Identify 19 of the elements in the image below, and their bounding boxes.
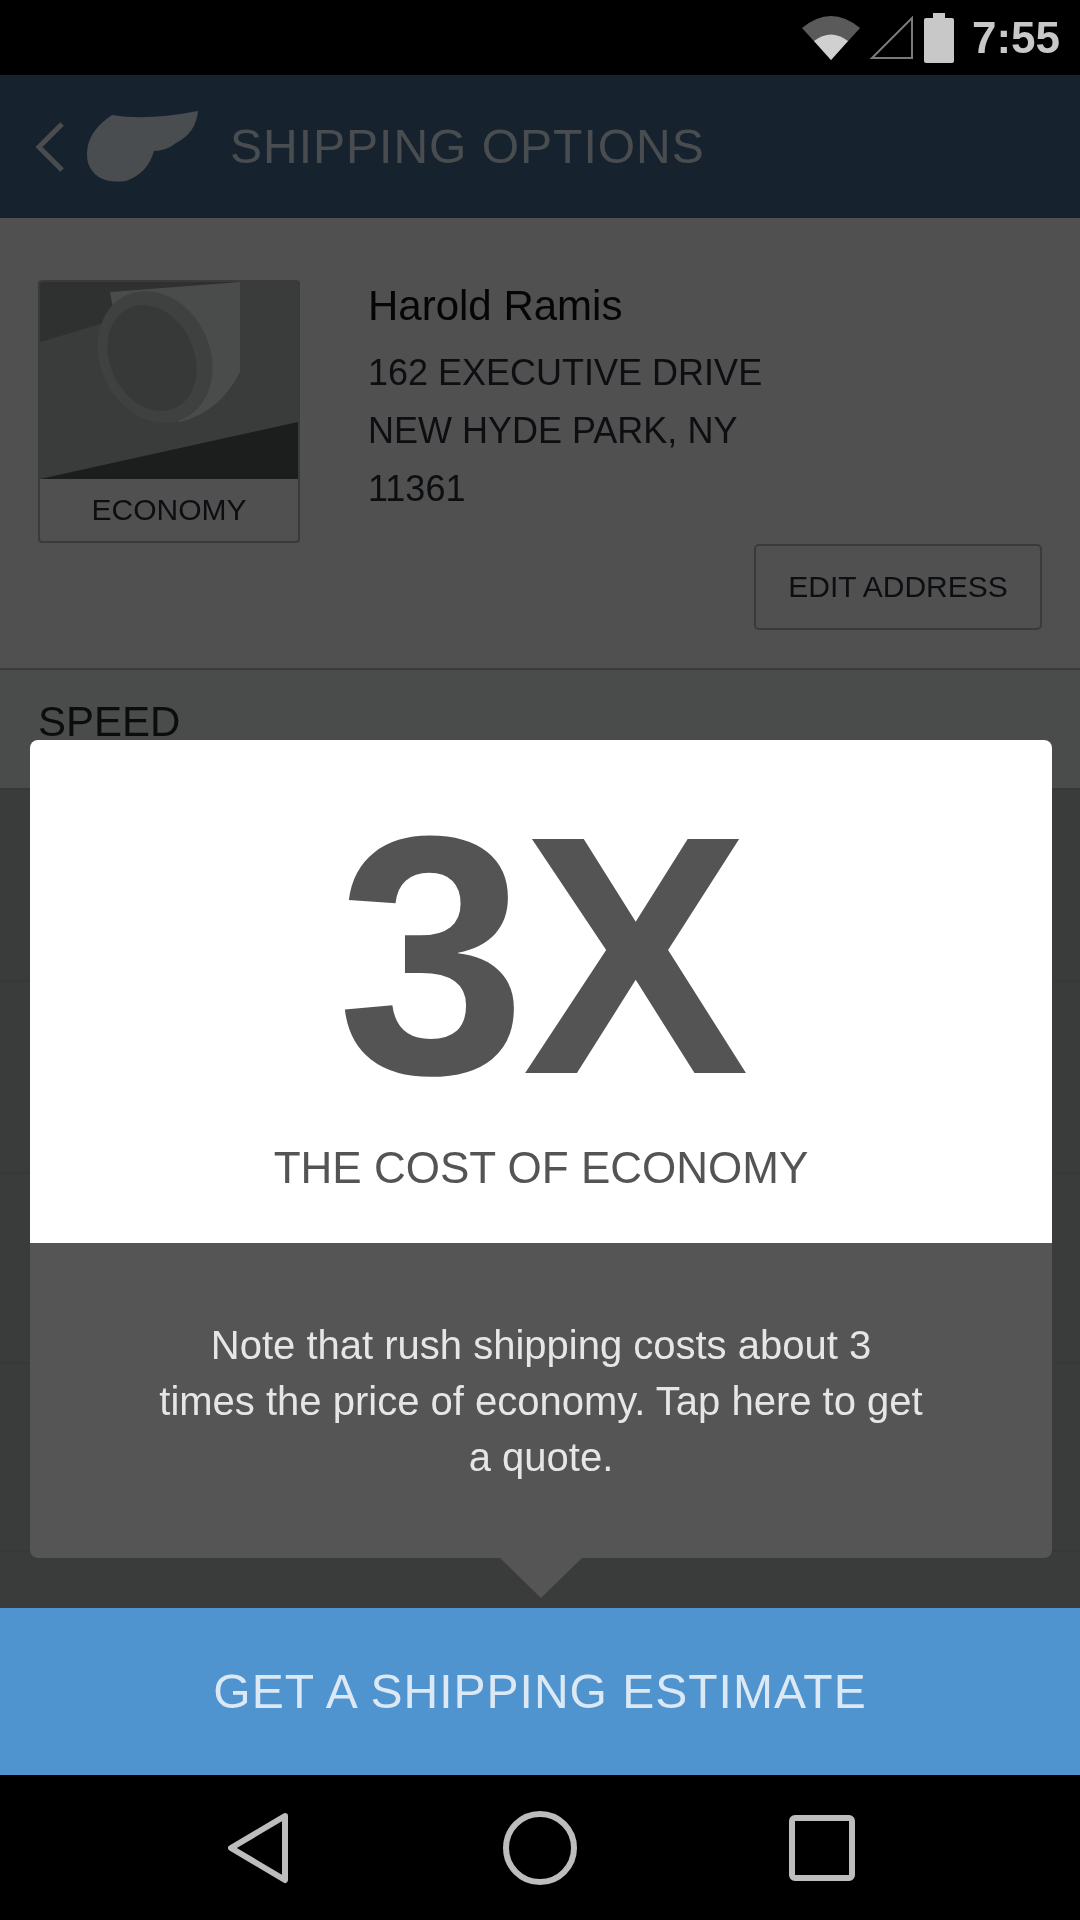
product-label: ECONOMY [90,492,248,528]
edit-address-button[interactable]: EDIT ADDRESS [754,544,1042,630]
headline: 3X [337,785,745,1125]
address-line: 162 EXECUTIVE DRIVE [368,351,764,395]
wifi-icon [801,15,860,60]
address-line: 11361 [368,467,467,511]
battery-icon [923,12,954,63]
shipping-estimate-button[interactable]: GET A SHIPPING ESTIMATE [0,1608,1080,1775]
signal-icon [869,15,914,60]
section-title: SPEED [38,698,181,746]
home-nav-button[interactable] [502,1809,578,1886]
recipient-name: Harold Ramis [368,282,624,330]
clock: 7:55 [971,12,1060,63]
recents-nav-button[interactable] [788,1814,855,1881]
address-line: NEW HYDE PARK, NY [368,409,739,453]
tooltip-message: Note that rush shipping costs about 3 times the price of economy. Tap here to get a quote. [158,1321,924,1481]
subtitle: THE COST OF ECONOMY [273,1143,809,1193]
wing-logo-icon [86,110,198,183]
tooltip-message-panel[interactable]: Note that rush shipping costs about 3 times the price of economy. Tap here to get a quote. [30,1243,1052,1558]
